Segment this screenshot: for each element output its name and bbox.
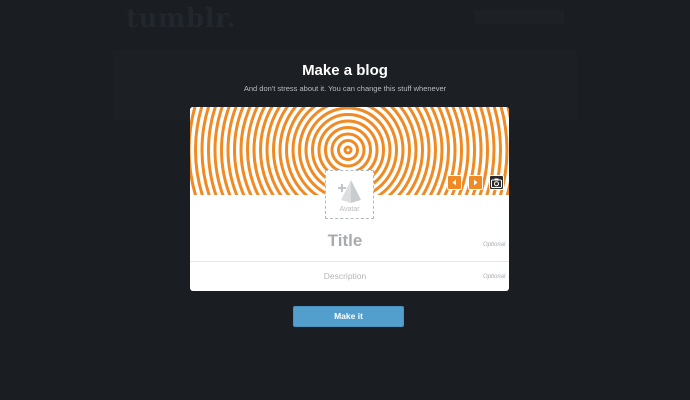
avatar-upload[interactable]: Avatar: [325, 170, 374, 219]
title-optional-hint: Optional: [483, 242, 506, 248]
dimmed-nav-bar: [474, 10, 564, 24]
description-optional-hint: Optional: [483, 274, 506, 280]
title-input[interactable]: Title: [0, 231, 690, 251]
make-it-button[interactable]: Make it: [293, 306, 404, 327]
divider: [190, 261, 509, 262]
next-header-button[interactable]: [468, 175, 483, 190]
avatar-label: Avatar: [339, 206, 360, 213]
description-input[interactable]: Description: [0, 271, 690, 281]
upload-header-button[interactable]: [489, 175, 504, 190]
chevron-left-icon: [452, 179, 456, 186]
page-title: Make a blog: [302, 62, 388, 79]
tumblr-logo: tumblr.: [126, 4, 237, 34]
camera-icon: [491, 178, 502, 188]
chevron-right-icon: [474, 179, 478, 186]
previous-header-button[interactable]: [447, 175, 462, 190]
page-subtitle: And don't stress about it. You can chang…: [243, 84, 447, 93]
pyramid-add-icon: [338, 180, 361, 203]
